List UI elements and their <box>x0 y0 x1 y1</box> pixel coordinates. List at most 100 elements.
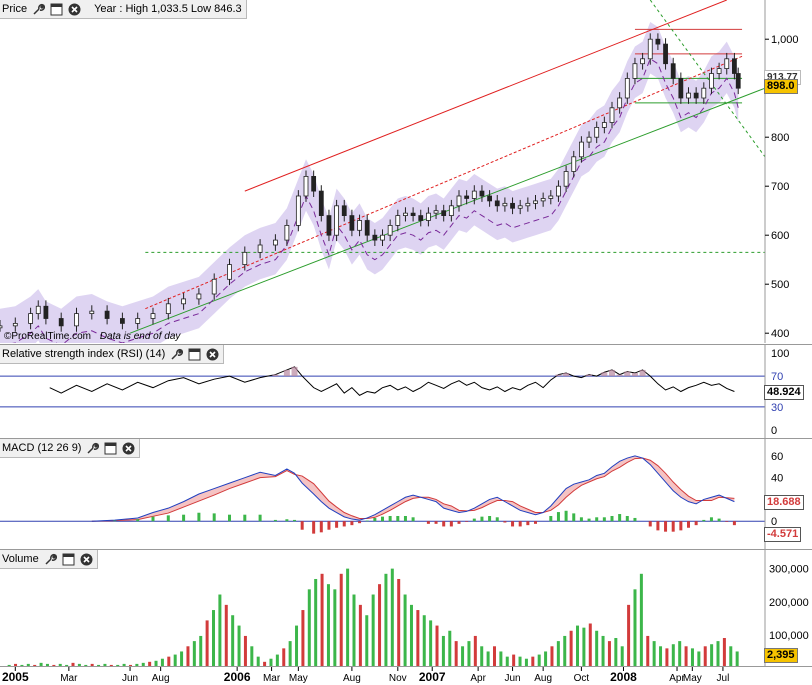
volume-bar <box>212 610 216 667</box>
candle <box>701 87 707 99</box>
macd-histogram-bar <box>549 515 553 522</box>
volume-bar <box>710 644 714 667</box>
volume-bar <box>473 635 477 667</box>
macd-histogram-bar <box>373 517 377 522</box>
volume-bar <box>384 573 388 667</box>
candle <box>716 68 722 74</box>
volume-bar <box>250 646 254 667</box>
macd-histogram-bar <box>694 521 698 526</box>
macd-histogram-bar <box>664 521 668 532</box>
x-tick-label: Aug <box>343 673 361 684</box>
macd-histogram-bar <box>679 521 683 531</box>
maximize-window-icon[interactable] <box>104 442 117 455</box>
candle <box>601 122 607 128</box>
maximize-window-icon[interactable] <box>50 3 63 16</box>
y-tick-label: 1,000 <box>771 34 799 46</box>
candle <box>89 310 95 314</box>
candle <box>510 202 515 209</box>
volume-bar <box>461 646 465 667</box>
candle <box>380 234 385 241</box>
volume-bar <box>429 620 433 667</box>
candle <box>334 205 340 236</box>
macd-histogram-bar <box>151 516 155 522</box>
x-axis: 2005 Mar Jun Aug 2006 Mar May Aug Nov 2007 Apr Jun A… <box>0 666 812 685</box>
close-icon[interactable] <box>68 3 81 16</box>
y-tick-label: 600 <box>771 230 789 242</box>
candle <box>655 38 661 45</box>
x-tick-label: 2005 <box>2 670 29 684</box>
x-tick-label: Mar <box>263 673 281 684</box>
volume-bar <box>556 641 560 667</box>
settings-wrench-icon[interactable] <box>170 348 184 361</box>
macd-histogram-bar <box>618 514 622 522</box>
candle <box>104 310 110 319</box>
maximize-window-icon[interactable] <box>62 553 75 566</box>
volume-bar <box>237 625 241 667</box>
candle <box>693 92 699 99</box>
candle <box>441 210 447 216</box>
close-icon[interactable] <box>80 553 93 566</box>
candle <box>433 210 439 214</box>
macd-histogram-bar <box>709 517 713 522</box>
macd-histogram-bar <box>579 517 583 522</box>
macd-histogram-bar <box>442 521 446 527</box>
candle <box>594 127 600 138</box>
rsi-overbought-fill <box>563 373 570 377</box>
y-tick-label: 100,000 <box>769 630 809 642</box>
candle <box>464 195 470 199</box>
macd-histogram-bar <box>411 517 415 522</box>
volume-bar <box>301 610 305 667</box>
x-tick-label: Jun <box>504 673 520 684</box>
candle <box>563 171 569 187</box>
y-tick-label: 60 <box>771 451 783 463</box>
candle <box>579 141 584 158</box>
x-tick-label: Apr <box>470 673 486 684</box>
y-tick-label: 30 <box>771 402 783 414</box>
panel-title: Volume <box>2 553 39 565</box>
price-chart[interactable]: 1,000900800700600500400 <box>0 0 812 343</box>
volume-bar <box>403 594 407 667</box>
macd-histogram-bar <box>449 521 453 527</box>
macd-histogram-bar <box>602 517 606 522</box>
x-tick-label: Jun <box>122 673 138 684</box>
macd-histogram-bar <box>503 521 507 523</box>
macd-histogram-bar <box>526 521 530 526</box>
x-tick-label: May <box>683 673 702 684</box>
macd-histogram-bar <box>534 521 537 524</box>
macd-panel-header: MACD (12 26 9) <box>0 439 141 458</box>
macd-histogram-bar <box>342 521 346 527</box>
candle <box>548 195 554 199</box>
maximize-window-icon[interactable] <box>188 348 201 361</box>
volume-bar <box>390 568 394 667</box>
price-panel: Price Year : High 1,033.5 Low 846.3 1,00… <box>0 0 812 343</box>
candle <box>272 239 278 246</box>
watermark: ©ProRealTime.com Data is end of day <box>4 331 181 342</box>
candle <box>410 212 416 216</box>
settings-wrench-icon[interactable] <box>86 442 100 455</box>
volume-bar <box>499 651 503 667</box>
volume-bar <box>192 641 196 667</box>
macd-histogram-bar <box>725 521 729 522</box>
settings-wrench-icon[interactable] <box>44 553 57 566</box>
macd-histogram-bar <box>434 521 438 524</box>
macd-histogram-bar <box>656 521 660 531</box>
volume-bar <box>671 644 675 667</box>
volume-bar <box>422 615 426 667</box>
volume-bar <box>441 635 445 667</box>
volume-bar <box>231 615 235 667</box>
rsi-value-badge: 48.924 <box>764 385 804 400</box>
macd-fill <box>91 455 735 522</box>
lower-trend-line <box>129 87 766 334</box>
close-icon[interactable] <box>122 442 135 455</box>
macd-histogram-bar <box>182 514 186 522</box>
candle <box>571 156 577 172</box>
middle-trend-line <box>145 55 743 310</box>
volume-chart[interactable]: 300,000 200,000 100,000 <box>0 550 812 667</box>
candle <box>624 78 630 99</box>
settings-wrench-icon[interactable] <box>32 3 46 16</box>
volume-bar <box>563 635 567 667</box>
y-tick-label: 70 <box>771 371 783 383</box>
macd-histogram-bar <box>648 521 652 527</box>
close-icon[interactable] <box>206 348 219 361</box>
candle <box>326 215 332 236</box>
